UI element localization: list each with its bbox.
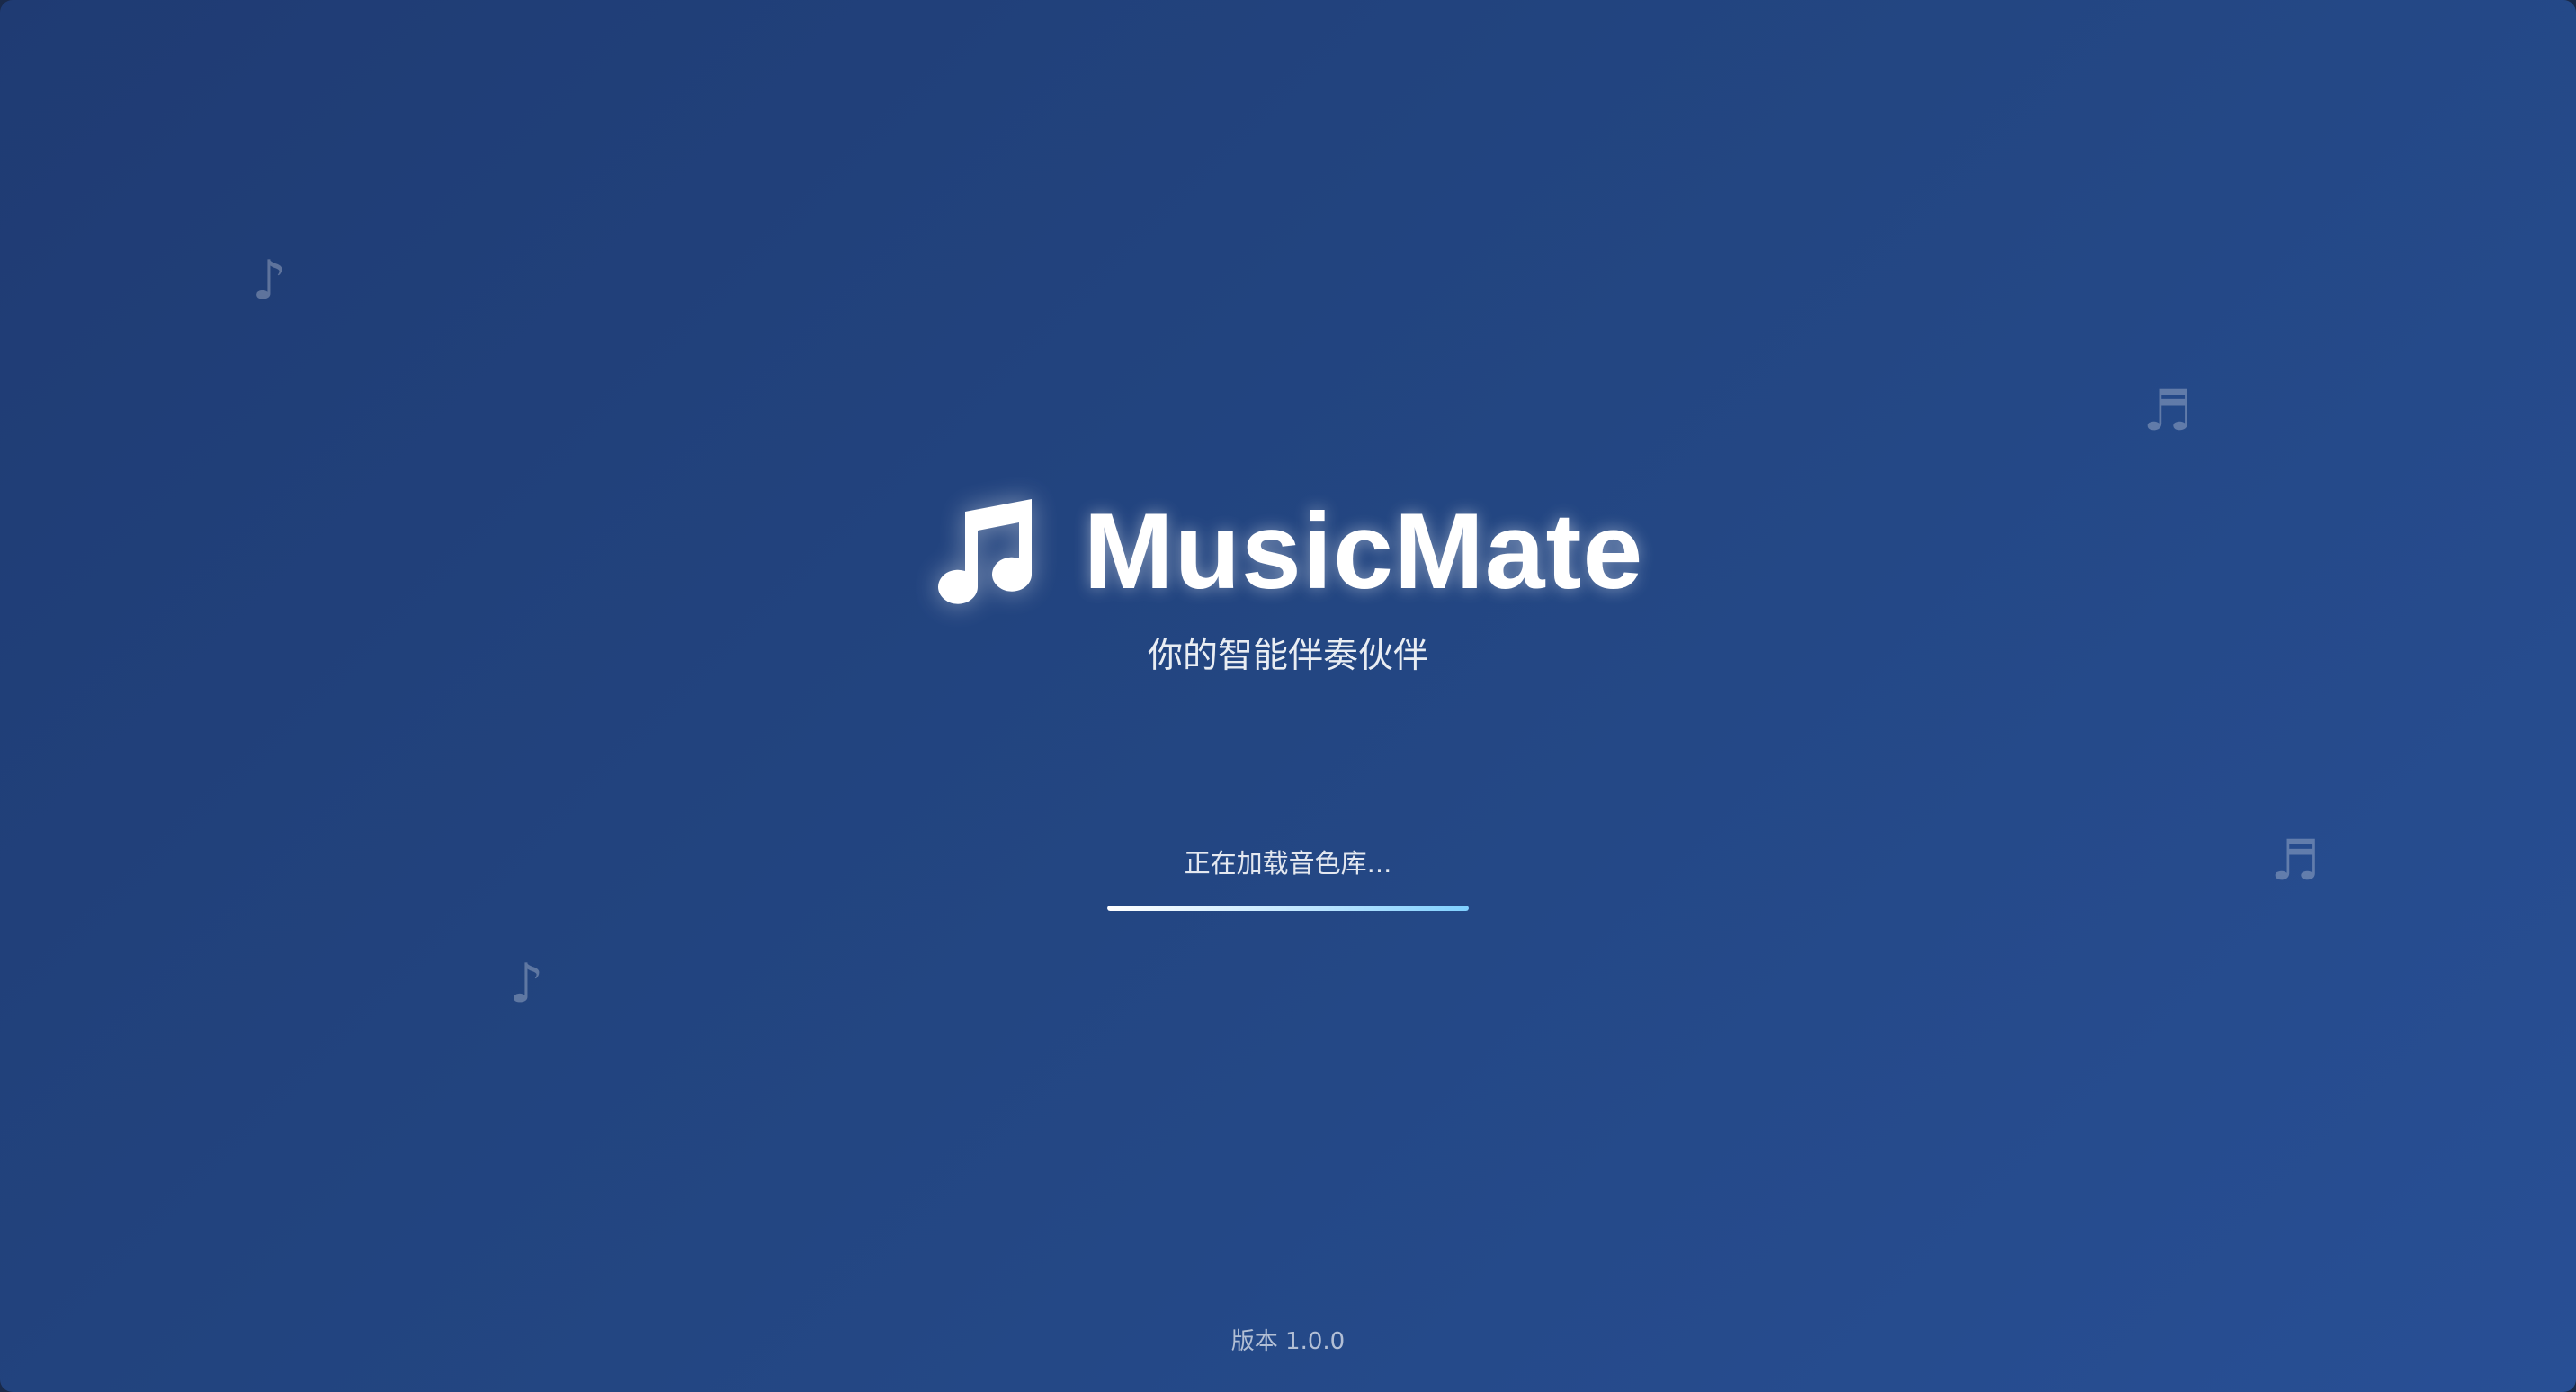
eighth-note-icon: ♪ [509, 952, 544, 1015]
eighth-note-icon: ♪ [252, 249, 287, 312]
brand-header: MusicMate [0, 493, 2576, 610]
app-tagline: 你的智能伴奏伙伴 [1147, 636, 1428, 676]
loading-status: 正在加载音色库... [1184, 848, 1392, 879]
music-note-icon [937, 499, 1032, 604]
loading-progress-bar [1107, 906, 1469, 911]
loading-progress-fill [1107, 906, 1469, 911]
app-title: MusicMate [1083, 491, 1644, 611]
beamed-notes-icon: ♬ [2142, 378, 2193, 443]
splash-screen: ♪ ♬ ♬ ♪ MusicMate 你的智能伴奏伙伴 正在加载音色库... 版本… [0, 0, 2576, 1392]
version-label: 版本 1.0.0 [1230, 1328, 1346, 1355]
